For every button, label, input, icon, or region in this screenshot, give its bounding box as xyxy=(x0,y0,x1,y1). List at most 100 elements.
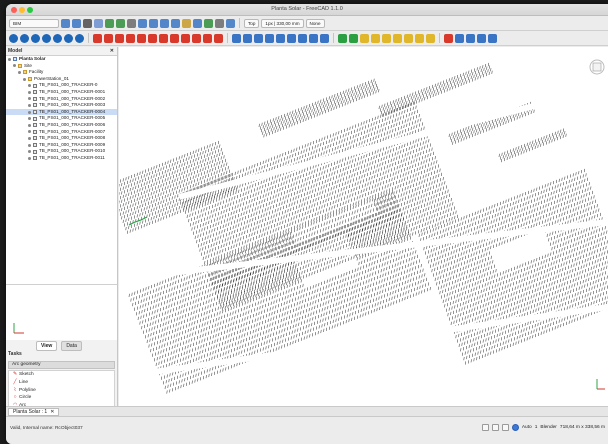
draft-tool-icon[interactable] xyxy=(93,33,102,43)
draft-tool-icon[interactable] xyxy=(214,33,223,43)
tab-view[interactable]: View xyxy=(36,340,58,351)
tree-item[interactable]: TB_PS01_000_TRACKER-0004 xyxy=(6,108,117,116)
tree-item[interactable]: TB_PS01_000_TRACKER-0 xyxy=(6,82,117,89)
draft-tool-icon[interactable] xyxy=(349,33,358,43)
toolbar-tool-icon[interactable] xyxy=(83,18,92,28)
task-tool-item[interactable]: ✎ Sketch xyxy=(9,371,114,379)
auto-mode-label[interactable]: Auto xyxy=(522,425,532,430)
visibility-eye-icon[interactable] xyxy=(28,110,31,114)
toolbar-tool-icon[interactable] xyxy=(72,18,81,28)
draft-tool-icon[interactable] xyxy=(309,33,318,43)
style-selector[interactable]: None xyxy=(305,18,325,28)
tree-item[interactable]: TB_PS01_000_TRACKER-0010 xyxy=(6,148,117,155)
draft-tool-icon[interactable] xyxy=(203,33,212,43)
toolbar-tool-icon[interactable] xyxy=(193,18,202,28)
draft-tool-icon[interactable] xyxy=(426,33,435,43)
draft-tool-icon[interactable] xyxy=(298,33,307,43)
tree-item[interactable]: Site xyxy=(6,63,117,70)
draft-tool-icon[interactable] xyxy=(338,33,347,43)
tree-item[interactable]: TB_PS01_000_TRACKER-0002 xyxy=(6,96,117,103)
visibility-eye-icon[interactable] xyxy=(28,84,31,88)
toolbar-tool-icon[interactable] xyxy=(182,18,191,28)
tree-item[interactable]: Planta Solar xyxy=(6,56,117,63)
panel-close-icon[interactable]: ✕ xyxy=(110,48,114,54)
3d-viewport[interactable] xyxy=(119,47,608,406)
draft-tool-icon[interactable] xyxy=(137,33,146,43)
draft-tool-icon[interactable] xyxy=(287,33,296,43)
draft-tool-icon[interactable] xyxy=(181,33,190,43)
draft-tool-icon[interactable] xyxy=(53,33,62,43)
visibility-eye-icon[interactable] xyxy=(28,130,31,134)
visibility-eye-icon[interactable] xyxy=(28,156,31,160)
snap-icon[interactable] xyxy=(511,424,519,431)
workbench-selector[interactable]: BIM xyxy=(9,18,59,28)
tree-item[interactable]: TB_PS01_000_TRACKER-0011 xyxy=(6,155,117,162)
visibility-eye-icon[interactable] xyxy=(28,136,31,140)
draft-tool-icon[interactable] xyxy=(104,33,113,43)
draft-tool-icon[interactable] xyxy=(232,33,241,43)
draft-tool-icon[interactable] xyxy=(455,33,464,43)
draw-style-icon[interactable] xyxy=(481,424,489,431)
working-plane-selector[interactable]: Top xyxy=(244,18,260,28)
visibility-eye-icon[interactable] xyxy=(28,143,31,147)
toolbar-tool-icon[interactable] xyxy=(215,18,224,28)
draft-tool-icon[interactable] xyxy=(42,33,51,43)
solar-trackers-scene[interactable] xyxy=(119,47,608,406)
draft-tool-icon[interactable] xyxy=(393,33,402,43)
view-mode-icon[interactable] xyxy=(501,424,509,431)
visibility-eye-icon[interactable] xyxy=(18,70,21,74)
task-tool-item[interactable]: ○ Circle xyxy=(9,394,114,402)
draft-tool-icon[interactable] xyxy=(159,33,168,43)
draft-tool-icon[interactable] xyxy=(254,33,263,43)
draft-tool-icon[interactable] xyxy=(404,33,413,43)
draft-tool-icon[interactable] xyxy=(265,33,274,43)
tab-data[interactable]: Data xyxy=(61,340,82,351)
visibility-eye-icon[interactable] xyxy=(8,57,11,61)
toolbar-tool-icon[interactable] xyxy=(127,18,136,28)
visibility-eye-icon[interactable] xyxy=(23,77,26,81)
draft-tool-icon[interactable] xyxy=(148,33,157,43)
tree-item[interactable]: TB_PS01_000_TRACKER-0008 xyxy=(6,135,117,142)
grid-size-selector[interactable]: 1px | 330,00 mm xyxy=(261,18,304,28)
draft-tool-icon[interactable] xyxy=(488,33,497,43)
visibility-eye-icon[interactable] xyxy=(13,64,16,68)
toolbar-tool-icon[interactable] xyxy=(149,18,158,28)
draft-tool-icon[interactable] xyxy=(243,33,252,43)
draft-tool-icon[interactable] xyxy=(115,33,124,43)
tree-item[interactable]: TB_PS01_000_TRACKER-0007 xyxy=(6,129,117,136)
visibility-eye-icon[interactable] xyxy=(28,150,31,154)
selection-filter-icon[interactable] xyxy=(491,424,499,431)
draft-tool-icon[interactable] xyxy=(192,33,201,43)
draft-tool-icon[interactable] xyxy=(382,33,391,43)
draft-tool-icon[interactable] xyxy=(75,33,84,43)
tree-item[interactable]: Facility xyxy=(6,69,117,76)
tree-item[interactable]: TB_PS01_000_TRACKER-0003 xyxy=(6,102,117,109)
draft-tool-icon[interactable] xyxy=(64,33,73,43)
toolbar-tool-icon[interactable] xyxy=(160,18,169,28)
model-tree[interactable]: Planta Solar Site Facility PowerStation_01 T… xyxy=(6,55,117,285)
draft-tool-icon[interactable] xyxy=(20,33,29,43)
draft-tool-icon[interactable] xyxy=(126,33,135,43)
visibility-eye-icon[interactable] xyxy=(28,123,31,127)
draft-tool-icon[interactable] xyxy=(444,33,453,43)
visibility-eye-icon[interactable] xyxy=(28,103,31,107)
tree-item[interactable]: TB_PS01_000_TRACKER-0006 xyxy=(6,122,117,129)
toolbar-tool-icon[interactable] xyxy=(171,18,180,28)
navigation-style-label[interactable]: Blender xyxy=(540,425,557,430)
draft-tool-icon[interactable] xyxy=(320,33,329,43)
draft-tool-icon[interactable] xyxy=(477,33,486,43)
toolbar-tool-icon[interactable] xyxy=(138,18,147,28)
draft-tool-icon[interactable] xyxy=(415,33,424,43)
close-tab-icon[interactable]: ✕ xyxy=(50,409,54,415)
task-section-header[interactable]: Arc geometry xyxy=(8,361,115,369)
draft-tool-icon[interactable] xyxy=(371,33,380,43)
toolbar-tool-icon[interactable] xyxy=(204,18,213,28)
toolbar-tool-icon[interactable] xyxy=(226,18,235,28)
draft-tool-icon[interactable] xyxy=(466,33,475,43)
visibility-eye-icon[interactable] xyxy=(28,117,31,121)
toolbar-tool-icon[interactable] xyxy=(61,18,70,28)
draft-tool-icon[interactable] xyxy=(170,33,179,43)
toolbar-tool-icon[interactable] xyxy=(94,18,103,28)
toolbar-tool-icon[interactable] xyxy=(105,18,114,28)
draft-tool-icon[interactable] xyxy=(31,33,40,43)
